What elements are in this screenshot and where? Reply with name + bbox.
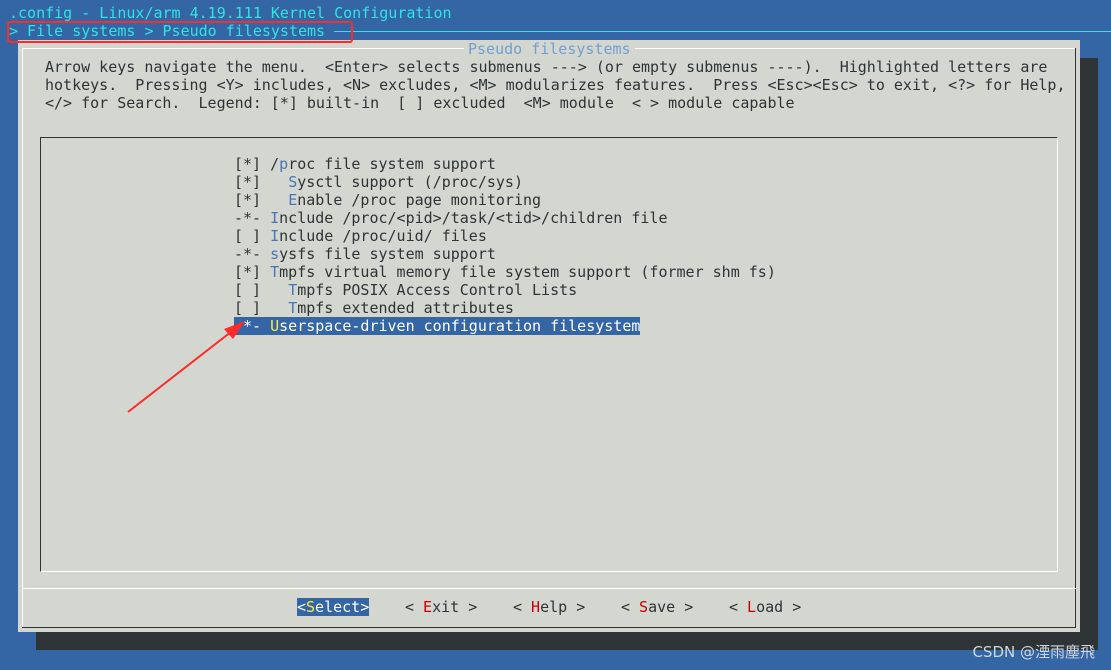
button-save[interactable]: < Save > S [621,598,693,616]
item-state-mark: -*- [234,317,271,335]
menu-item[interactable]: -*- sysfs file system support [234,245,496,263]
item-state-mark: [*] [234,191,289,209]
label-text: mpfs virtual memory file system support … [279,263,776,281]
item-state-mark: [ ] [234,299,289,317]
menu-item[interactable]: -*- Include /proc/<pid>/task/<tid>/child… [234,209,667,227]
hotkey-letter: T [288,281,298,299]
menu-dialog: Pseudo filesystems Arrow keys navigate t… [18,40,1080,632]
button-label: < Save > [621,598,694,616]
menu-item[interactable]: [*] Tmpfs virtual memory file system sup… [234,263,776,281]
hotkey-letter: H [531,598,541,616]
label-text: ysctl support (/proc/sys) [297,173,523,191]
hotkey-letter: T [270,263,280,281]
button-label: < Exit > [405,598,478,616]
menu-item[interactable]: -*- Userspace-driven configuration files… [234,317,641,335]
breadcrumb-rule [334,31,1111,32]
menu-item[interactable]: [*] Enable /proc page monitoring [234,191,541,209]
hotkey-letter: T [288,299,298,317]
button-help[interactable]: < Help > H [513,598,585,616]
hotkey-letter: S [306,598,316,616]
button-label: < Help > [513,598,586,616]
item-state-mark: [*] [234,173,289,191]
label-text: serspace-driven configuration filesystem [279,317,641,335]
menu-item[interactable]: [*] Sysctl support (/proc/sys) [234,173,523,191]
label-text: ysfs file system support [279,245,496,263]
label-text: mpfs POSIX Access Control Lists [297,281,578,299]
label-text: / [270,155,280,173]
item-state-mark: -*- [234,245,271,263]
help-text-line: Arrow keys navigate the menu. <Enter> se… [45,58,1048,76]
help-text-line: </> for Search. Legend: [*] built-in [ ]… [45,94,795,112]
menu-item[interactable]: [ ] Tmpfs extended attributes [234,299,514,317]
menu-item[interactable]: [ ] Include /proc/uid/ files [234,227,487,245]
dialog-title: Pseudo filesystems [464,40,635,58]
item-state-mark: [*] [234,155,271,173]
hotkey-letter: I [270,209,280,227]
item-state-mark: [*] [234,263,271,281]
hotkey-letter: p [279,155,289,173]
button-select[interactable]: <Select> S [297,598,370,616]
hotkey-letter: E [288,191,298,209]
hotkey-letter: E [423,598,433,616]
label-text: nclude /proc/uid/ files [279,227,487,245]
item-state-mark: [ ] [234,281,289,299]
button-separator [22,588,1076,589]
item-state-mark: -*- [234,209,271,227]
hotkey-letter: S [288,173,298,191]
hotkey-letter: S [639,598,649,616]
label-text: nclude /proc/<pid>/task/<tid>/children f… [279,209,668,227]
hotkey-letter: s [270,245,280,263]
menu-item[interactable]: [ ] Tmpfs POSIX Access Control Lists [234,281,577,299]
menu-item[interactable]: [*] /proc file system support [234,155,496,173]
menu-list [40,137,1058,572]
hotkey-letter: U [270,317,280,335]
button-label: < Load > [729,598,802,616]
label-text: mpfs extended attributes [297,299,514,317]
label-text: nable /proc page monitoring [297,191,542,209]
watermark: CSDN @湮雨塵飛 [972,643,1095,661]
window-title: .config - Linux/arm 4.19.111 Kernel Conf… [9,4,452,22]
button-load[interactable]: < Load > L [729,598,801,616]
breadcrumb: > File systems > Pseudo filesystems [9,22,326,40]
help-text-line: hotkeys. Pressing <Y> includes, <N> excl… [45,76,1066,94]
hotkey-letter: L [747,598,757,616]
hotkey-letter: I [270,227,280,245]
button-exit[interactable]: < Exit > E [405,598,477,616]
item-state-mark: [ ] [234,227,271,245]
label-text: roc file system support [288,155,496,173]
